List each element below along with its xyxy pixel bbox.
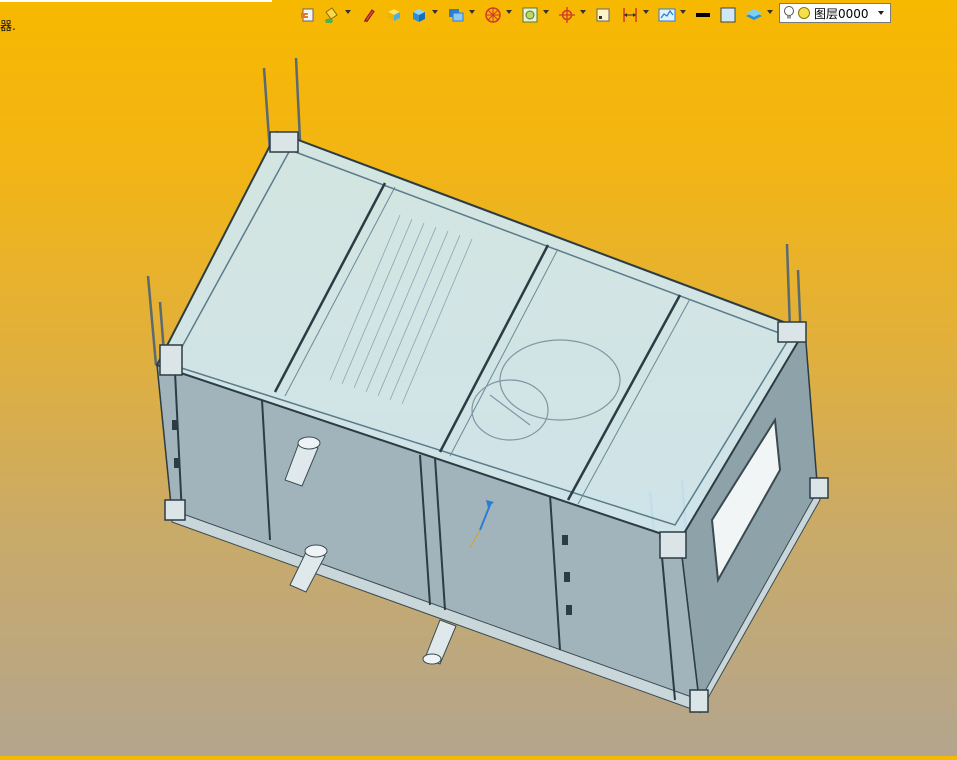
chart-view-button[interactable] [657, 5, 677, 25]
layer-select[interactable]: 图层0000 [779, 3, 891, 23]
paint-bucket-button[interactable] [322, 5, 342, 25]
layer-stack-icon [746, 9, 762, 20]
wheel-tool-button[interactable] [483, 5, 503, 25]
air-handling-unit-model[interactable] [0, 28, 957, 756]
wheel-tool-icon [485, 7, 501, 23]
paint-bucket-icon [325, 7, 338, 23]
small-frame-button[interactable] [594, 5, 612, 25]
open-file-icon [301, 8, 314, 22]
cube-view-dropdown[interactable] [432, 10, 438, 14]
top-toolbar: 器. 图层0000 [0, 0, 957, 33]
section-frame-button[interactable] [520, 5, 540, 25]
open-file-button[interactable] [299, 5, 317, 25]
shaded-display-dropdown[interactable] [469, 10, 475, 14]
title-strip [0, 0, 272, 2]
lightbulb-icon[interactable] [783, 5, 795, 21]
fill-swatch [720, 7, 736, 23]
chevron-down-icon[interactable] [878, 11, 884, 15]
line-color-button[interactable] [694, 5, 712, 25]
dimension-icon [623, 8, 637, 22]
target-crosshair-dropdown[interactable] [580, 10, 586, 14]
small-frame-icon [596, 8, 610, 22]
yellow-circle-icon[interactable] [797, 6, 811, 20]
current-layer-name: 图层0000 [814, 6, 869, 21]
section-frame-icon [522, 7, 538, 23]
layer-stack-dropdown[interactable] [767, 10, 773, 14]
line-color-swatch [696, 13, 710, 17]
pencil-sketch-icon [364, 9, 375, 23]
cube-view-icon [413, 9, 425, 22]
chart-view-icon [658, 8, 676, 22]
shaded-display-icon [449, 9, 464, 22]
wheel-tool-dropdown[interactable] [506, 10, 512, 14]
chart-view-dropdown[interactable] [680, 10, 686, 14]
cube-view-button[interactable] [409, 5, 429, 25]
target-crosshair-icon [559, 7, 575, 23]
3d-viewport[interactable] [0, 28, 957, 756]
dimension-dropdown[interactable] [643, 10, 649, 14]
target-crosshair-button[interactable] [557, 5, 577, 25]
layer-stack-button[interactable] [744, 5, 764, 25]
section-frame-dropdown[interactable] [543, 10, 549, 14]
paint-bucket-dropdown[interactable] [345, 10, 351, 14]
solid-box-icon [388, 9, 400, 21]
fill-color-button[interactable] [718, 5, 738, 25]
dimension-button[interactable] [620, 5, 640, 25]
pencil-button[interactable] [361, 5, 377, 25]
shaded-display-button[interactable] [446, 5, 466, 25]
solid-box-button[interactable] [385, 5, 403, 25]
